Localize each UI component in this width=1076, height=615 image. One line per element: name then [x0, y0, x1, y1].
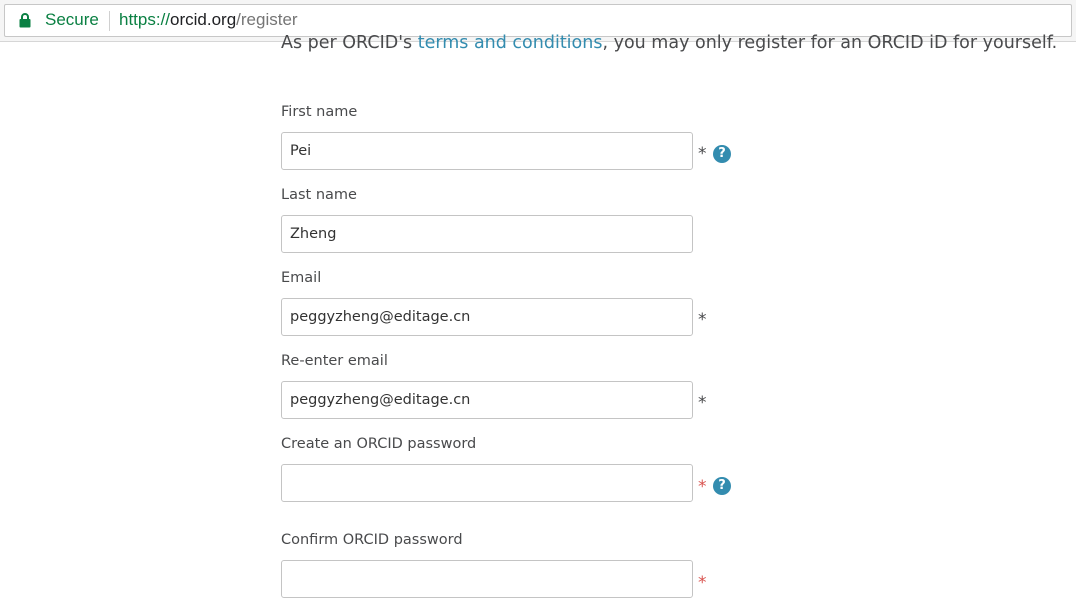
first-name-label: First name — [281, 104, 358, 120]
email-label: Email — [281, 270, 322, 286]
password-required-mark: * — [698, 477, 707, 497]
last-name-label: Last name — [281, 187, 357, 203]
secure-label: Secure — [45, 10, 99, 29]
first-name-help-icon[interactable]: ? — [713, 145, 731, 163]
password-label: Create an ORCID password — [281, 436, 477, 452]
confirm-password-input[interactable] — [281, 560, 693, 598]
terms-notice-prefix: As per ORCID's — [281, 33, 418, 53]
first-name-required-mark: * — [698, 144, 707, 164]
confirm-password-label: Confirm ORCID password — [281, 532, 463, 548]
email-input[interactable] — [281, 298, 693, 336]
lock-icon — [19, 13, 31, 28]
terms-notice: As per ORCID's terms and conditions, you… — [281, 33, 1057, 53]
url-scheme: https:// — [119, 10, 171, 29]
password-help-icon[interactable]: ? — [713, 477, 731, 495]
email-required-mark: * — [698, 310, 707, 330]
terms-notice-suffix: , you may only register for an ORCID iD … — [602, 33, 1058, 53]
first-name-input[interactable] — [281, 132, 693, 170]
url-text[interactable]: https://orcid.org/register — [119, 10, 298, 30]
confirm-password-required-mark: * — [698, 573, 707, 593]
reenter-email-required-mark: * — [698, 393, 707, 413]
reenter-email-input[interactable] — [281, 381, 693, 419]
reenter-email-label: Re-enter email — [281, 353, 388, 369]
url-host: orcid.org — [170, 10, 237, 29]
url-path: /register — [236, 10, 298, 29]
omnibox-divider — [109, 11, 110, 31]
terms-and-conditions-link[interactable]: terms and conditions — [418, 33, 603, 53]
password-input[interactable] — [281, 464, 693, 502]
last-name-input[interactable] — [281, 215, 693, 253]
